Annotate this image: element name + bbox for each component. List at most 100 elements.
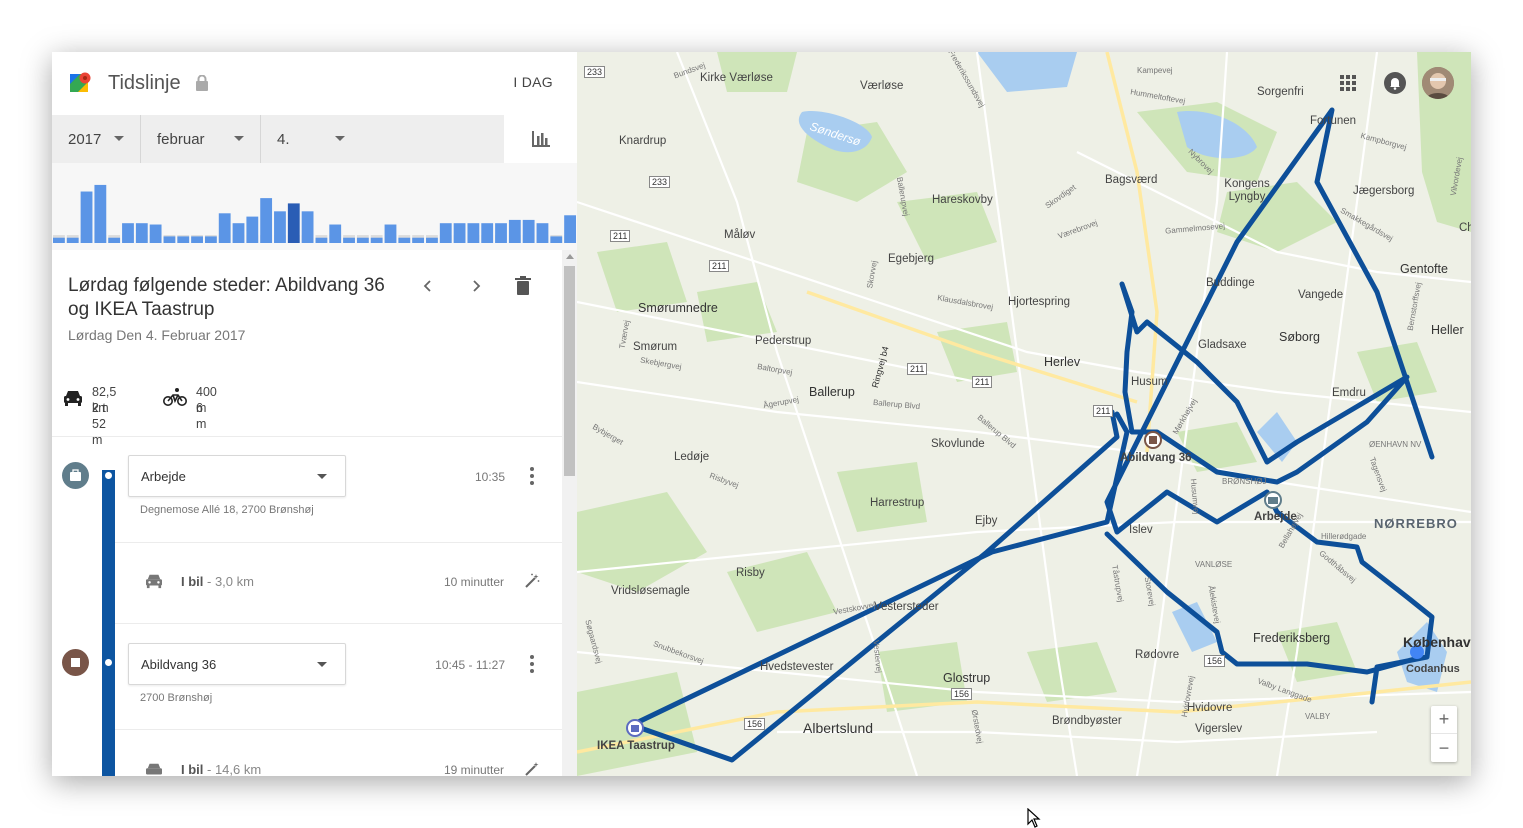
histogram-bar[interactable] [536,223,549,243]
map-label: Cha [1459,222,1471,234]
scrollbar[interactable] [562,250,577,776]
map-label: Emdru [1332,387,1366,399]
map-label: Gentofte [1400,262,1448,276]
year-select[interactable]: 2017 [52,115,141,163]
histogram-bar[interactable] [191,236,203,243]
histogram-bar[interactable] [439,223,452,243]
bike-icon [163,388,187,406]
zoom-out-button[interactable]: − [1431,734,1457,762]
map-label: Herlev [1044,355,1081,369]
histogram-bar[interactable] [426,237,438,243]
histogram-bar[interactable] [481,223,494,243]
scroll-up-arrow-icon[interactable] [566,254,574,259]
histogram-bar[interactable] [66,237,79,243]
histogram-bar[interactable] [218,213,231,243]
histogram-bar[interactable] [246,216,259,243]
timeline-dot [103,657,114,668]
header: Tidslinje I DAG [52,52,577,115]
histogram-bar[interactable] [329,224,342,243]
chevron-down-icon [317,474,327,479]
previous-day-icon[interactable] [420,278,436,294]
histogram-bar[interactable] [149,224,162,243]
month-select[interactable]: februar [141,115,261,163]
histogram-bar[interactable] [204,236,217,243]
map-label: Glostrup [943,671,991,685]
segment-mode: I bil [181,762,204,776]
map-view[interactable]: Kirke Værløse Værløse Sorgenfri Knardrup… [577,52,1471,776]
edit-wand-icon[interactable] [524,761,540,776]
map-label: Ledøje [674,451,710,463]
road-label: BRØNSHØJ [1222,477,1267,486]
road-number: 211 [610,230,631,242]
car-time: 2 t 52 m [92,401,106,447]
histogram-bar[interactable] [94,184,107,243]
bike-time: 6 m [196,401,207,431]
bar-chart-icon [531,131,550,147]
chevron-down-icon [317,662,327,667]
segment-activity[interactable]: I bil - 3,0 km [181,574,254,589]
histogram-bar[interactable] [384,224,397,243]
histogram-bar[interactable] [398,237,411,243]
place-label: Abildvang 36 [1120,452,1192,464]
histogram-bar[interactable] [260,198,273,243]
more-options-icon[interactable] [528,467,536,485]
bell-glyph-icon [1390,78,1400,90]
day-title: Lørdag følgende steder: Abildvang 36 og … [68,275,385,320]
next-day-icon[interactable] [468,278,484,294]
histogram-bar[interactable] [467,223,480,243]
stop-square-icon [71,658,80,667]
segment-activity[interactable]: I bil - 14,6 km [181,762,261,776]
map-label: Pederstrup [755,335,812,347]
more-options-icon[interactable] [528,655,536,673]
histogram-bar[interactable] [495,223,507,243]
histogram-bar[interactable] [274,211,286,243]
histogram-bar[interactable] [370,237,383,243]
delete-day-icon[interactable] [514,276,532,296]
histogram-bar[interactable] [108,237,121,243]
road-number: 211 [1093,405,1114,417]
map-label: Ejby [975,515,998,527]
histogram-bar[interactable] [343,237,355,243]
histogram-bar[interactable] [315,237,328,243]
histogram-bar[interactable] [80,191,93,243]
avatar-face-icon [1422,67,1454,99]
histogram-bar[interactable] [412,237,425,243]
histogram-bar[interactable] [287,203,300,243]
histogram-bar[interactable] [508,219,521,243]
road-label: VALBY [1305,712,1331,721]
day-value: 4. [277,130,290,148]
map-label: Fortunen [1310,115,1357,127]
chart-toggle-button[interactable] [504,115,577,163]
activity-histogram[interactable] [52,163,577,250]
histogram-bar[interactable] [356,237,369,243]
map-label: Kongens Lyngby [1224,178,1270,203]
histogram-bar[interactable] [122,223,134,243]
notifications-bell-icon[interactable] [1384,72,1406,94]
histogram-bar[interactable] [564,215,576,243]
histogram-bar[interactable] [53,237,65,243]
user-avatar[interactable] [1422,67,1454,99]
map-label: Codanhus [1406,663,1460,675]
day-select[interactable]: 4. [261,115,361,163]
scrollbar-thumb[interactable] [564,266,575,476]
histogram-bar[interactable] [301,211,314,243]
map-label: Vridsløsemagle [611,585,690,597]
histogram-bar[interactable] [232,223,245,243]
map-canvas[interactable] [577,52,1471,776]
histogram-bar[interactable] [522,219,535,243]
google-maps-logo-icon[interactable] [70,72,92,94]
today-button[interactable]: I DAG [513,74,553,90]
histogram-bar[interactable] [135,223,148,243]
place-select-arbejde[interactable]: Arbejde [128,455,346,497]
apps-grid-icon[interactable] [1339,74,1357,92]
histogram-bar[interactable] [453,223,466,243]
zoom-in-button[interactable]: + [1431,706,1457,734]
road-number: 211 [709,260,730,272]
place-name: Arbejde [141,469,186,484]
histogram-bar[interactable] [550,236,563,243]
histogram-bar[interactable] [177,236,190,243]
edit-wand-icon[interactable] [524,573,540,589]
map-label: Hjortespring [1008,296,1070,308]
place-select-abildvang[interactable]: Abildvang 36 [128,643,346,685]
histogram-bar[interactable] [163,236,176,243]
